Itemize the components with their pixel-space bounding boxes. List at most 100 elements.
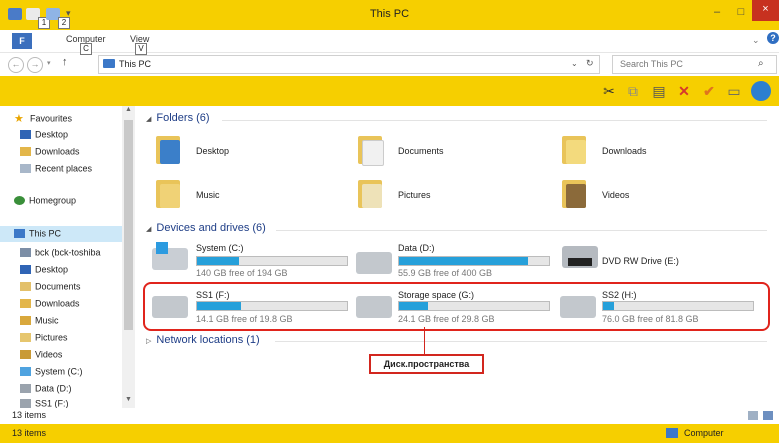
pictures-icon [20, 333, 31, 343]
network-folder-icon [20, 248, 31, 258]
storage-spaces-highlight [143, 282, 770, 331]
location-label: Computer [684, 428, 724, 438]
apply-icon[interactable]: ✔ [700, 82, 718, 100]
nav-item-bck[interactable]: bck (bck-toshiba [20, 247, 101, 261]
delete-icon[interactable]: ✕ [675, 82, 693, 100]
drive-e-name[interactable]: DVD RW Drive (E:) [602, 256, 679, 266]
dvd-drive-icon[interactable] [562, 246, 598, 268]
folders-header-label: Folders (6) [156, 112, 210, 124]
drive-c-free: 140 GB free of 194 GB [196, 268, 288, 278]
nav-fav-recent[interactable]: Recent places [20, 163, 92, 177]
nav-item-system-c[interactable]: System (C:) [20, 366, 83, 380]
nav-item-ss1-f-label: SS1 (F:) [35, 398, 69, 408]
tab-file[interactable]: F [12, 33, 32, 49]
drive-d-usage-bar [398, 256, 550, 266]
folder-downloads-icon[interactable] [562, 136, 586, 164]
folder-documents-icon[interactable] [358, 136, 384, 166]
drive-d-name[interactable]: Data (D:) [398, 243, 435, 253]
refresh-icon[interactable]: ↻ [586, 58, 594, 69]
this-pc-icon [14, 229, 25, 239]
nav-item-videos-label: Videos [35, 349, 63, 360]
nav-item-desktop[interactable]: Desktop [20, 264, 68, 278]
scroll-up-icon[interactable]: ▲ [125, 106, 132, 113]
dvd-label-icon [568, 258, 592, 266]
cut-icon[interactable]: ✂ [600, 82, 618, 100]
windows-logo-icon [156, 242, 168, 254]
address-bar[interactable]: This PC ⌄ ↻ [98, 55, 600, 74]
rename-icon[interactable]: ▭ [725, 82, 743, 100]
nav-item-music-label: Music [35, 315, 59, 326]
item-count: 13 items [12, 410, 47, 420]
annotation-callout: Диск.пространства [369, 354, 484, 374]
nav-item-pictures[interactable]: Pictures [20, 332, 68, 346]
callout-connector [424, 327, 425, 354]
up-button[interactable]: ↑ [62, 56, 68, 68]
drive-icon [20, 367, 31, 377]
windows-drive-icon[interactable] [152, 242, 188, 270]
homegroup-icon [14, 196, 25, 206]
nav-item-downloads[interactable]: Downloads [20, 298, 80, 312]
nav-fav-recent-label: Recent places [35, 163, 93, 174]
nav-item-ss1-f[interactable]: SS1 (F:) [20, 398, 69, 408]
nav-item-documents[interactable]: Documents [20, 281, 81, 295]
folder-music-icon[interactable] [156, 180, 180, 208]
paste-icon[interactable]: ▤ [650, 82, 668, 100]
folder-pictures-label[interactable]: Pictures [398, 190, 431, 200]
drive-c-name[interactable]: System (C:) [196, 243, 244, 253]
nav-item-data-d-label: Data (D:) [35, 383, 72, 394]
collapse-icon: ◢ [146, 226, 152, 233]
folder-desktop-label[interactable]: Desktop [196, 146, 229, 156]
drive-d-free: 55.9 GB free of 400 GB [398, 268, 493, 278]
forward-button[interactable]: → [27, 57, 43, 73]
nav-fav-downloads[interactable]: Downloads [20, 146, 80, 160]
tiles-view-icon[interactable] [763, 411, 773, 420]
folder-videos-label[interactable]: Videos [602, 190, 629, 200]
videos-icon [20, 350, 31, 360]
help-icon[interactable]: ? [767, 32, 779, 44]
drive-d-usage-fill [399, 257, 528, 265]
recent-locations-icon[interactable]: ▾ [47, 59, 51, 67]
nav-this-pc[interactable]: This PC [14, 228, 61, 242]
nav-this-pc-label: This PC [29, 228, 62, 239]
search-box[interactable]: Search This PC ⌕ [612, 55, 777, 74]
nav-item-data-d[interactable]: Data (D:) [20, 383, 72, 397]
downloads-icon [20, 147, 31, 157]
nav-item-videos[interactable]: Videos [20, 349, 62, 363]
address-dropdown-icon[interactable]: ⌄ [571, 59, 578, 68]
folder-downloads-label[interactable]: Downloads [602, 146, 647, 156]
nav-favourites-label: Favourites [30, 113, 73, 124]
drive-icon [20, 399, 31, 408]
folder-music-label[interactable]: Music [196, 190, 220, 200]
folder-documents-label[interactable]: Documents [398, 146, 444, 156]
scroll-down-icon[interactable]: ▼ [125, 396, 132, 403]
drive-c-usage-fill [197, 257, 239, 265]
folder-desktop-icon[interactable] [156, 136, 180, 164]
nav-fav-desktop-label: Desktop [35, 129, 69, 140]
navigation-pane: ★ Favourites Desktop Downloads Recent pla… [0, 106, 122, 408]
folder-videos-icon[interactable] [562, 180, 586, 208]
globe-icon[interactable] [751, 81, 771, 101]
details-view-icon[interactable] [748, 411, 758, 420]
network-header[interactable]: ▷ Network locations (1) [146, 334, 260, 346]
hard-drive-icon[interactable] [356, 252, 392, 274]
maximize-button[interactable]: □ [730, 3, 752, 21]
section-divider [276, 230, 767, 231]
nav-scroll-thumb[interactable] [124, 120, 133, 330]
nav-fav-desktop[interactable]: Desktop [20, 129, 68, 143]
network-header-label: Network locations (1) [156, 334, 260, 346]
status-bar: 13 items [0, 408, 779, 424]
back-button[interactable]: ← [8, 57, 24, 73]
nav-item-music[interactable]: Music [20, 315, 59, 329]
section-divider [222, 120, 767, 121]
folders-header[interactable]: ◢ Folders (6) [146, 112, 210, 124]
close-button[interactable]: × [752, 0, 779, 21]
copy-icon[interactable]: ⧉ [624, 82, 642, 100]
nav-favourites[interactable]: ★ Favourites [14, 112, 72, 126]
search-icon[interactable]: ⌕ [758, 58, 764, 69]
minimize-button[interactable]: – [704, 3, 730, 21]
expand-icon: ▷ [146, 338, 152, 345]
folder-pictures-icon[interactable] [358, 180, 382, 208]
nav-homegroup[interactable]: Homegroup [14, 195, 76, 209]
devices-header[interactable]: ◢ Devices and drives (6) [146, 222, 266, 234]
ribbon-expand-icon[interactable]: ⌄ [752, 35, 760, 46]
